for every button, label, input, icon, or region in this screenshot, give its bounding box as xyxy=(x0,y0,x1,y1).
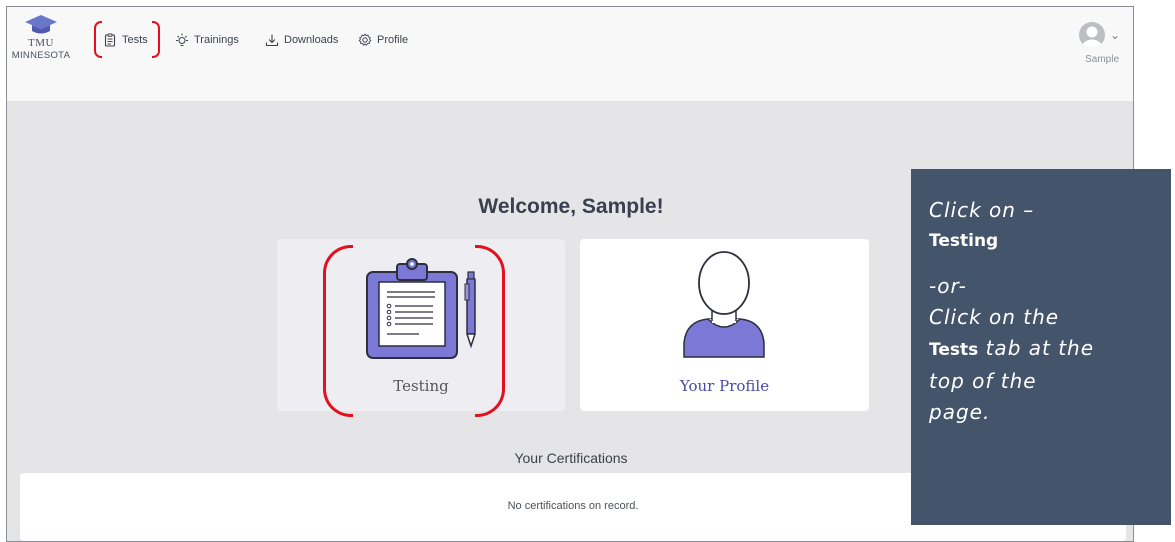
graduation-cap-icon xyxy=(25,15,57,34)
callout-line-2: Testing xyxy=(929,231,999,251)
user-menu[interactable]: ⌄ Sample xyxy=(1063,22,1121,72)
nav-downloads-label: Downloads xyxy=(284,34,339,46)
testing-card-label: Testing xyxy=(393,377,449,395)
gear-icon xyxy=(358,33,372,47)
clipboard-icon xyxy=(103,33,117,47)
callout-line-6: top of the xyxy=(929,369,1037,393)
chevron-down-icon: ⌄ xyxy=(1110,28,1121,42)
logo-tmu-text: TMU xyxy=(28,37,54,49)
your-profile-card-label: Your Profile xyxy=(679,377,770,395)
clipboard-pen-icon xyxy=(366,258,477,359)
your-profile-card[interactable]: Your Profile xyxy=(580,239,869,411)
nav-profile-label: Profile xyxy=(377,34,409,46)
callout-spacer xyxy=(929,257,1171,271)
avatar xyxy=(1079,22,1105,48)
tests-highlight-left xyxy=(94,21,102,58)
nav-profile[interactable]: Profile xyxy=(358,29,408,51)
person-silhouette-icon xyxy=(683,251,765,358)
tmu-logo[interactable]: TMU MINNESOTA xyxy=(9,14,73,96)
nav-trainings[interactable]: Trainings xyxy=(175,29,239,51)
download-icon xyxy=(265,33,279,47)
callout-line-5-rest: tab at the xyxy=(978,336,1095,360)
instruction-callout: Click on – Testing -or- Click on the Tes… xyxy=(911,169,1171,525)
top-navbar: TMU MINNESOTA Tests Trainings Downloads xyxy=(7,7,1133,101)
testing-card[interactable]: Testing xyxy=(277,239,565,411)
lightbulb-icon xyxy=(175,33,189,47)
nav-trainings-label: Trainings xyxy=(194,34,239,46)
callout-line-1: Click on – xyxy=(929,198,1035,222)
callout-line-3: -or- xyxy=(929,274,967,298)
nav-tests-label: Tests xyxy=(122,34,148,46)
testing-highlight-right xyxy=(475,245,505,417)
user-avatar-icon xyxy=(1082,26,1102,48)
callout-line-5: Tests tab at the xyxy=(929,333,1171,366)
nav-downloads[interactable]: Downloads xyxy=(265,29,338,51)
nav-tests[interactable]: Tests xyxy=(103,29,148,51)
callout-tests-word: Tests xyxy=(929,340,979,360)
user-name: Sample xyxy=(1085,54,1119,65)
testing-highlight-left xyxy=(323,245,353,417)
logo-state-text: MINNESOTA xyxy=(11,50,71,61)
callout-line-7: page. xyxy=(929,400,991,424)
callout-line-4: Click on the xyxy=(929,305,1060,329)
tests-highlight-right xyxy=(152,21,160,58)
